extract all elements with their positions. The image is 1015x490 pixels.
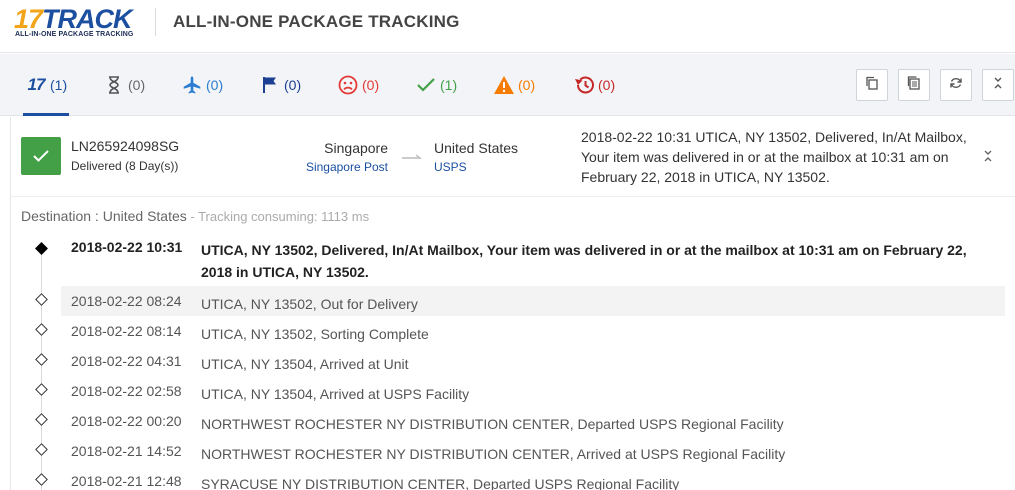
event-description: UTICA, NY 13504, Arrived at Unit xyxy=(201,356,409,372)
copy-icon xyxy=(865,76,879,95)
event-time: 2018-02-22 02:58 xyxy=(71,383,182,399)
timeline-event: 2018-02-22 10:31 UTICA, NY 13502, Delive… xyxy=(61,235,1005,285)
app-header: 17TRACK ALL-IN-ONE PACKAGE TRACKING ALL-… xyxy=(0,0,1015,53)
destination-label: Destination : United States xyxy=(21,208,187,224)
package-summary[interactable]: LN265924098SG Delivered (8 Day(s)) Singa… xyxy=(11,117,1015,197)
event-time: 2018-02-22 08:24 xyxy=(71,293,182,309)
destination-info: Destination : United States - Tracking c… xyxy=(21,208,369,224)
warning-icon xyxy=(493,74,515,96)
timeline-event: 2018-02-21 14:52 NORTHWEST ROCHESTER NY … xyxy=(61,436,1005,466)
history-icon xyxy=(573,74,595,96)
timeline-event: 2018-02-22 00:20 NORTHWEST ROCHESTER NY … xyxy=(61,406,1005,436)
tab-expired[interactable]: (0) xyxy=(573,74,615,96)
tab-count: (0) xyxy=(128,77,146,93)
event-description: UTICA, NY 13502, Out for Delivery xyxy=(201,296,418,312)
tab-delivered[interactable]: (1) xyxy=(415,74,457,96)
event-time: 2018-02-22 08:14 xyxy=(71,323,182,339)
timeline-event: 2018-02-22 08:14 UTICA, NY 13502, Sortin… xyxy=(61,316,1005,346)
tab-not-found[interactable]: (0) xyxy=(103,74,145,96)
tab-undelivered[interactable]: (0) xyxy=(337,74,379,96)
destination-carrier-link[interactable]: USPS xyxy=(434,160,467,174)
flag-icon xyxy=(259,74,281,96)
timeline-dot xyxy=(35,383,48,396)
tab-count: (0) xyxy=(284,77,302,93)
copy-button[interactable] xyxy=(856,69,888,101)
airplane-icon xyxy=(181,74,203,96)
timeline-dot xyxy=(35,413,48,426)
checkmark-icon xyxy=(415,74,437,96)
timeline-dot xyxy=(35,323,48,336)
hourglass-icon xyxy=(103,74,125,96)
timeline-dot-current xyxy=(35,242,48,255)
timeline-event: 2018-02-21 12:48 SYRACUSE NY DISTRIBUTIO… xyxy=(61,466,1005,490)
event-time: 2018-02-21 14:52 xyxy=(71,443,182,459)
event-time: 2018-02-21 12:48 xyxy=(71,473,182,489)
tracking-number[interactable]: LN265924098SG xyxy=(71,138,179,154)
event-description: SYRACUSE NY DISTRIBUTION CENTER, Departe… xyxy=(201,476,680,490)
copy-details-button[interactable] xyxy=(898,69,930,101)
origin-carrier-link[interactable]: Singapore Post xyxy=(306,160,388,174)
refresh-icon xyxy=(949,76,963,95)
event-description: UTICA, NY 13502, Sorting Complete xyxy=(201,326,429,342)
package-card: LN265924098SG Delivered (8 Day(s)) Singa… xyxy=(10,117,1015,490)
timeline-dot xyxy=(35,443,48,456)
origin-country: Singapore xyxy=(324,140,388,156)
tab-count: (0) xyxy=(598,77,616,93)
tab-count: (0) xyxy=(362,77,380,93)
sad-face-icon xyxy=(337,74,359,96)
collapse-all-button[interactable] xyxy=(982,69,1014,101)
tab-all[interactable]: 17 (1) xyxy=(22,74,70,116)
tab-alert[interactable]: (0) xyxy=(493,74,535,96)
tracking-consume-time: - Tracking consuming: 1113 ms xyxy=(186,209,370,224)
logo-wordmark: 17TRACK xyxy=(14,4,133,34)
tab-count: (0) xyxy=(518,77,536,93)
refresh-button[interactable] xyxy=(940,69,972,101)
destination-country: United States xyxy=(434,140,519,156)
page-title: ALL-IN-ONE PACKAGE TRACKING xyxy=(173,12,460,31)
clipboard-icon xyxy=(907,75,921,95)
tab-count: (1) xyxy=(50,77,68,93)
collapse-all-icon xyxy=(992,76,1004,95)
event-description: UTICA, NY 13504, Arrived at USPS Facilit… xyxy=(201,386,470,402)
timeline-dot xyxy=(35,353,48,366)
17track-logo[interactable]: 17TRACK ALL-IN-ONE PACKAGE TRACKING xyxy=(14,4,144,44)
logo-tagline: ALL-IN-ONE PACKAGE TRACKING xyxy=(15,31,134,38)
event-time: 2018-02-22 00:20 xyxy=(71,413,182,429)
collapse-package-button[interactable] xyxy=(982,149,996,163)
event-description: NORTHWEST ROCHESTER NY DISTRIBUTION CENT… xyxy=(201,416,784,432)
timeline-dot xyxy=(35,293,48,306)
timeline-event: 2018-02-22 02:58 UTICA, NY 13504, Arrive… xyxy=(61,376,1005,406)
latest-event: 2018-02-22 10:31 UTICA, NY 13502, Delive… xyxy=(581,129,967,185)
tab-pick-up[interactable]: (0) xyxy=(259,74,301,96)
event-description: NORTHWEST ROCHESTER NY DISTRIBUTION CENT… xyxy=(201,446,786,462)
event-description: UTICA, NY 13502, Delivered, In/At Mailbo… xyxy=(201,242,967,280)
timeline-event: 2018-02-22 08:24 UTICA, NY 13502, Out fo… xyxy=(61,286,1005,316)
header-divider xyxy=(155,8,156,36)
tab-in-transit[interactable]: (0) xyxy=(181,74,223,96)
package-status: Delivered (8 Day(s)) xyxy=(71,159,179,173)
route-arrow-icon xyxy=(401,148,423,160)
tab-count: (0) xyxy=(206,77,224,93)
event-time: 2018-02-22 10:31 xyxy=(71,239,183,255)
event-time: 2018-02-22 04:31 xyxy=(71,353,182,369)
timeline-dot xyxy=(35,473,48,486)
tab-count: (1) xyxy=(440,77,458,93)
timeline-event: 2018-02-22 04:31 UTICA, NY 13504, Arrive… xyxy=(61,346,1005,376)
delivered-status-icon xyxy=(21,137,61,175)
collapse-icon xyxy=(982,150,994,167)
17track-logo-icon: 17 xyxy=(27,75,46,94)
status-filter-bar: 17 (1) (0) (0) (0) (0) (1) (0) (0) xyxy=(0,54,1015,116)
